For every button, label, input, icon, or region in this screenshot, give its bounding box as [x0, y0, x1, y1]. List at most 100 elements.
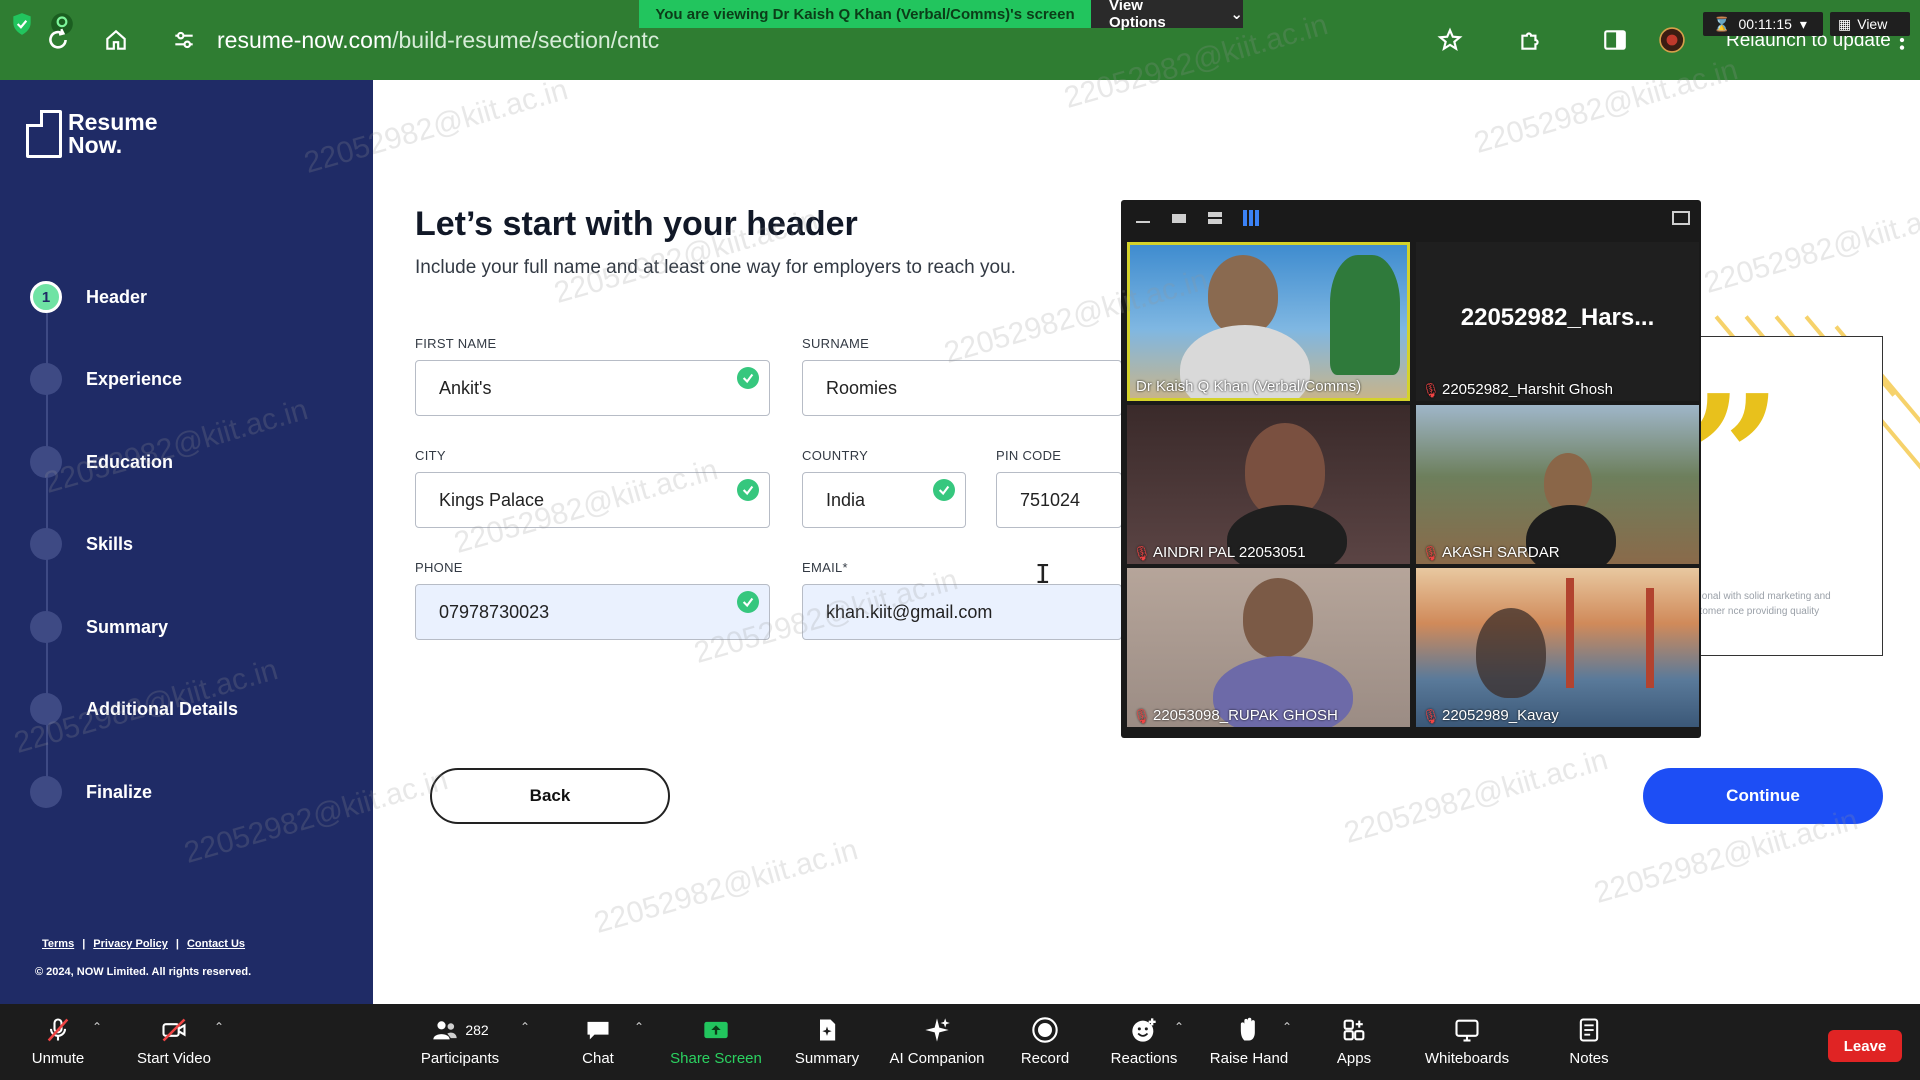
step-label: Summary [86, 616, 169, 637]
start-video-label: Start Video [137, 1050, 211, 1067]
leave-button[interactable]: Leave [1828, 1030, 1902, 1062]
caret-up-icon[interactable]: ⌃ [214, 1020, 224, 1034]
notes-button[interactable]: Notes [1560, 1014, 1618, 1074]
video-tile[interactable]: 🎙 22053098_RUPAK GHOSH [1127, 568, 1410, 727]
surname-label: SURNAME [802, 336, 870, 351]
chat-button[interactable]: Chat [568, 1014, 628, 1074]
unmute-button[interactable]: Unmute [26, 1014, 90, 1074]
back-button[interactable]: Back [430, 768, 670, 824]
caret-up-icon[interactable]: ⌃ [1174, 1020, 1184, 1034]
participant-name: 🎙 AKASH SARDAR [1422, 544, 1560, 561]
phone-label: PHONE [415, 560, 463, 575]
apps-button[interactable]: Apps [1328, 1014, 1380, 1074]
video-tile[interactable]: 22052982_Hars... 🎙 22052982_Harshit Ghosh [1416, 242, 1699, 401]
bookmark-star-icon[interactable] [1432, 22, 1468, 58]
profile-avatar-icon[interactable] [1654, 22, 1690, 58]
step-education[interactable]: Education [30, 445, 173, 479]
video-gallery[interactable]: Dr Kaish Q Khan (Verbal/Comms) 22052982_… [1121, 200, 1701, 738]
divider: | [175, 938, 179, 950]
participants-button[interactable]: 282 Participants [414, 1014, 506, 1074]
minimize-icon[interactable] [1131, 208, 1155, 228]
privacy-policy-link[interactable]: Privacy Policy [93, 938, 168, 950]
raise-hand-button[interactable]: Raise Hand [1208, 1014, 1290, 1074]
grid-view-icon[interactable] [1239, 208, 1263, 228]
meeting-timer[interactable]: ⌛ 00:11:15 ▾ [1703, 12, 1823, 36]
record-button[interactable]: Record [1014, 1014, 1076, 1074]
resume-preview[interactable]: ” essional with solid marketing and cust… [1673, 315, 1920, 656]
caret-up-icon[interactable]: ⌃ [1282, 1020, 1292, 1034]
shield-icon[interactable] [8, 10, 36, 38]
continue-button[interactable]: Continue [1643, 768, 1883, 824]
decor-stripe [1876, 415, 1920, 487]
address-bar[interactable]: resume-now.com/build-resume/section/cntc [217, 27, 659, 54]
participant-name: 🎙 AINDRI PAL 22053051 [1133, 544, 1306, 561]
terms-link[interactable]: Terms [42, 938, 74, 950]
record-label: Record [1020, 1050, 1070, 1067]
country-value: India [826, 489, 866, 510]
surname-input[interactable]: Roomies [802, 360, 1122, 416]
city-input[interactable]: Kings Palace [415, 472, 770, 528]
country-input[interactable]: India [802, 472, 966, 528]
step-finalize[interactable]: Finalize [30, 775, 152, 809]
strip-view-icon[interactable] [1203, 208, 1227, 228]
step-experience[interactable]: Experience [30, 362, 182, 396]
preview-paper: ” essional with solid marketing and cust… [1673, 336, 1883, 656]
video-tile[interactable]: Dr Kaish Q Khan (Verbal/Comms) [1127, 242, 1410, 401]
mic-muted-icon: 🎙 [1422, 381, 1440, 398]
participant-name-text: AKASH SARDAR [1442, 544, 1560, 561]
extensions-puzzle-icon[interactable] [1512, 22, 1548, 58]
site-settings-icon[interactable] [166, 22, 202, 58]
city-label: CITY [415, 448, 446, 463]
phone-input[interactable]: 07978730023 [415, 584, 770, 640]
step-additional-details[interactable]: Additional Details [30, 692, 238, 726]
view-options-button[interactable]: View Options ⌄ [1091, 0, 1243, 31]
step-label: Header [86, 286, 148, 307]
home-icon[interactable] [98, 22, 134, 58]
meeting-controls: Unmute ⌃ Start Video ⌃ 282 Participants … [0, 1004, 1920, 1080]
reactions-button[interactable]: Reactions [1108, 1014, 1180, 1074]
ai-companion-label: AI Companion [889, 1050, 985, 1067]
logo-text: Resume Now. [68, 111, 157, 157]
check-icon [737, 367, 759, 389]
step-summary[interactable]: Summary [30, 610, 168, 644]
caret-up-icon[interactable]: ⌃ [92, 1020, 102, 1034]
view-label: View [1857, 16, 1888, 32]
contact-us-link[interactable]: Contact Us [187, 938, 245, 950]
summary-button[interactable]: Summary [790, 1014, 864, 1074]
participants-count: 282 [465, 1022, 489, 1038]
video-tile[interactable]: 🎙 AKASH SARDAR [1416, 405, 1699, 564]
step-label: Skills [86, 533, 134, 554]
hourglass-icon: ⌛ [1713, 15, 1731, 32]
pin-code-input[interactable]: 751024 [996, 472, 1122, 528]
mic-muted-icon: 🎙 [1133, 707, 1151, 724]
start-video-button[interactable]: Start Video [132, 1014, 216, 1074]
caret-up-icon[interactable]: ⌃ [634, 1020, 644, 1034]
participant-name-text: Dr Kaish Q Khan (Verbal/Comms) [1136, 378, 1362, 395]
share-screen-button[interactable]: Share Screen [668, 1014, 764, 1074]
url-path: /build-resume/section/cntc [392, 27, 660, 53]
participant-video [1245, 423, 1325, 518]
participant-video [1476, 608, 1546, 698]
ai-companion-button[interactable]: AI Companion [882, 1014, 992, 1074]
first-name-label: FIRST NAME [415, 336, 497, 351]
pop-out-icon[interactable] [1669, 208, 1693, 228]
resume-now-logo[interactable]: Resume Now. [26, 110, 157, 158]
view-options-label: View Options [1109, 0, 1166, 31]
speaker-view-icon[interactable] [1167, 208, 1191, 228]
document-logo-icon [26, 110, 62, 158]
video-tile[interactable]: 🎙 22052989_Kavay [1416, 568, 1699, 727]
first-name-input[interactable]: Ankit's [415, 360, 770, 416]
view-button[interactable]: ▦ View [1830, 12, 1910, 36]
email-input[interactable]: khan.kiit@gmail.com [802, 584, 1122, 640]
whiteboard-icon [1451, 1014, 1483, 1046]
divider: | [82, 938, 86, 950]
whiteboards-button[interactable]: Whiteboards [1416, 1014, 1518, 1074]
step-label: Education [86, 451, 174, 472]
step-skills[interactable]: Skills [30, 527, 133, 561]
caret-up-icon[interactable]: ⌃ [520, 1020, 530, 1034]
side-panel-icon[interactable] [1597, 22, 1633, 58]
video-tile[interactable]: 🎙 AINDRI PAL 22053051 [1127, 405, 1410, 564]
reload-icon[interactable] [40, 22, 76, 58]
city-value: Kings Palace [439, 489, 545, 510]
step-header[interactable]: 1 Header [30, 280, 147, 314]
